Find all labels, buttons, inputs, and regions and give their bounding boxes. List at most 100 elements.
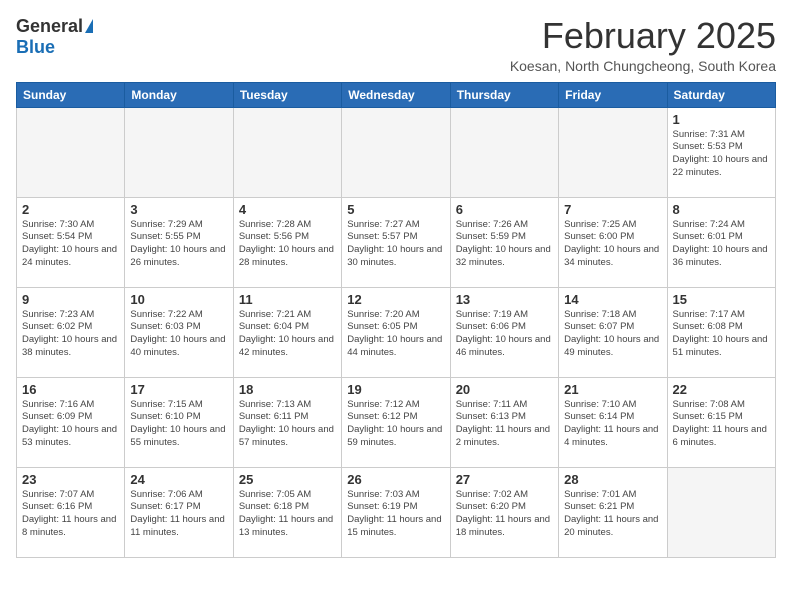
- day-info: Sunrise: 7:16 AM Sunset: 6:09 PM Dayligh…: [22, 399, 119, 450]
- day-info: Sunrise: 7:01 AM Sunset: 6:21 PM Dayligh…: [564, 489, 661, 540]
- day-number: 11: [239, 292, 336, 307]
- day-header-tuesday: Tuesday: [233, 82, 341, 107]
- calendar-cell: 23 Sunrise: 7:07 AM Sunset: 6:16 PM Dayli…: [17, 467, 125, 557]
- calendar-week-1: 1 Sunrise: 7:31 AM Sunset: 5:53 PM Daylig…: [17, 107, 776, 197]
- day-info: Sunrise: 7:22 AM Sunset: 6:03 PM Dayligh…: [130, 309, 227, 360]
- calendar-cell: [342, 107, 450, 197]
- logo-general-text: General: [16, 16, 83, 37]
- day-info: Sunrise: 7:05 AM Sunset: 6:18 PM Dayligh…: [239, 489, 336, 540]
- day-info: Sunrise: 7:11 AM Sunset: 6:13 PM Dayligh…: [456, 399, 553, 450]
- calendar-cell: 6 Sunrise: 7:26 AM Sunset: 5:59 PM Daylig…: [450, 197, 558, 287]
- day-info: Sunrise: 7:12 AM Sunset: 6:12 PM Dayligh…: [347, 399, 444, 450]
- day-number: 2: [22, 202, 119, 217]
- day-number: 17: [130, 382, 227, 397]
- day-header-saturday: Saturday: [667, 82, 775, 107]
- calendar-week-2: 2 Sunrise: 7:30 AM Sunset: 5:54 PM Daylig…: [17, 197, 776, 287]
- title-area: February 2025 Koesan, North Chungcheong,…: [510, 16, 776, 74]
- calendar-cell: [450, 107, 558, 197]
- day-number: 27: [456, 472, 553, 487]
- day-number: 10: [130, 292, 227, 307]
- calendar-cell: 1 Sunrise: 7:31 AM Sunset: 5:53 PM Daylig…: [667, 107, 775, 197]
- day-number: 26: [347, 472, 444, 487]
- logo-icon: [85, 19, 93, 33]
- calendar-cell: 16Sunrise: 7:16 AM Sunset: 6:09 PM Dayli…: [17, 377, 125, 467]
- calendar-cell: [17, 107, 125, 197]
- header: General Blue February 2025 Koesan, North…: [16, 16, 776, 74]
- day-info: Sunrise: 7:24 AM Sunset: 6:01 PM Dayligh…: [673, 219, 770, 270]
- day-number: 14: [564, 292, 661, 307]
- day-number: 28: [564, 472, 661, 487]
- day-info: Sunrise: 7:07 AM Sunset: 6:16 PM Dayligh…: [22, 489, 119, 540]
- day-info: Sunrise: 7:30 AM Sunset: 5:54 PM Dayligh…: [22, 219, 119, 270]
- day-number: 18: [239, 382, 336, 397]
- logo-blue-text: Blue: [16, 37, 55, 58]
- day-number: 24: [130, 472, 227, 487]
- day-number: 15: [673, 292, 770, 307]
- day-info: Sunrise: 7:20 AM Sunset: 6:05 PM Dayligh…: [347, 309, 444, 360]
- day-number: 1: [673, 112, 770, 127]
- day-info: Sunrise: 7:25 AM Sunset: 6:00 PM Dayligh…: [564, 219, 661, 270]
- day-number: 7: [564, 202, 661, 217]
- calendar-cell: 22Sunrise: 7:08 AM Sunset: 6:15 PM Dayli…: [667, 377, 775, 467]
- day-info: Sunrise: 7:13 AM Sunset: 6:11 PM Dayligh…: [239, 399, 336, 450]
- calendar-header-row: SundayMondayTuesdayWednesdayThursdayFrid…: [17, 82, 776, 107]
- calendar-week-3: 9 Sunrise: 7:23 AM Sunset: 6:02 PM Daylig…: [17, 287, 776, 377]
- day-info: Sunrise: 7:31 AM Sunset: 5:53 PM Dayligh…: [673, 129, 770, 180]
- day-number: 3: [130, 202, 227, 217]
- calendar-cell: 2 Sunrise: 7:30 AM Sunset: 5:54 PM Daylig…: [17, 197, 125, 287]
- calendar-cell: 5 Sunrise: 7:27 AM Sunset: 5:57 PM Daylig…: [342, 197, 450, 287]
- calendar-cell: 12Sunrise: 7:20 AM Sunset: 6:05 PM Dayli…: [342, 287, 450, 377]
- day-info: Sunrise: 7:15 AM Sunset: 6:10 PM Dayligh…: [130, 399, 227, 450]
- calendar: SundayMondayTuesdayWednesdayThursdayFrid…: [16, 82, 776, 558]
- calendar-cell: 13Sunrise: 7:19 AM Sunset: 6:06 PM Dayli…: [450, 287, 558, 377]
- day-info: Sunrise: 7:21 AM Sunset: 6:04 PM Dayligh…: [239, 309, 336, 360]
- day-header-monday: Monday: [125, 82, 233, 107]
- calendar-cell: 26 Sunrise: 7:03 AM Sunset: 6:19 PM Dayli…: [342, 467, 450, 557]
- day-info: Sunrise: 7:23 AM Sunset: 6:02 PM Dayligh…: [22, 309, 119, 360]
- subtitle: Koesan, North Chungcheong, South Korea: [510, 58, 776, 74]
- day-info: Sunrise: 7:18 AM Sunset: 6:07 PM Dayligh…: [564, 309, 661, 360]
- calendar-cell: 14 Sunrise: 7:18 AM Sunset: 6:07 PM Dayli…: [559, 287, 667, 377]
- calendar-cell: 7 Sunrise: 7:25 AM Sunset: 6:00 PM Daylig…: [559, 197, 667, 287]
- day-info: Sunrise: 7:06 AM Sunset: 6:17 PM Dayligh…: [130, 489, 227, 540]
- day-number: 21: [564, 382, 661, 397]
- day-number: 8: [673, 202, 770, 217]
- calendar-cell: 17 Sunrise: 7:15 AM Sunset: 6:10 PM Dayli…: [125, 377, 233, 467]
- calendar-cell: 25 Sunrise: 7:05 AM Sunset: 6:18 PM Dayli…: [233, 467, 341, 557]
- calendar-cell: [667, 467, 775, 557]
- day-number: 4: [239, 202, 336, 217]
- calendar-cell: 24 Sunrise: 7:06 AM Sunset: 6:17 PM Dayli…: [125, 467, 233, 557]
- day-number: 6: [456, 202, 553, 217]
- day-header-wednesday: Wednesday: [342, 82, 450, 107]
- day-number: 22: [673, 382, 770, 397]
- day-header-friday: Friday: [559, 82, 667, 107]
- day-info: Sunrise: 7:17 AM Sunset: 6:08 PM Dayligh…: [673, 309, 770, 360]
- calendar-cell: 28 Sunrise: 7:01 AM Sunset: 6:21 PM Dayli…: [559, 467, 667, 557]
- day-number: 23: [22, 472, 119, 487]
- day-info: Sunrise: 7:10 AM Sunset: 6:14 PM Dayligh…: [564, 399, 661, 450]
- day-number: 25: [239, 472, 336, 487]
- calendar-week-4: 16Sunrise: 7:16 AM Sunset: 6:09 PM Dayli…: [17, 377, 776, 467]
- day-info: Sunrise: 7:03 AM Sunset: 6:19 PM Dayligh…: [347, 489, 444, 540]
- day-number: 5: [347, 202, 444, 217]
- calendar-cell: [233, 107, 341, 197]
- day-info: Sunrise: 7:27 AM Sunset: 5:57 PM Dayligh…: [347, 219, 444, 270]
- calendar-cell: 20Sunrise: 7:11 AM Sunset: 6:13 PM Dayli…: [450, 377, 558, 467]
- calendar-cell: [125, 107, 233, 197]
- calendar-week-5: 23 Sunrise: 7:07 AM Sunset: 6:16 PM Dayli…: [17, 467, 776, 557]
- calendar-cell: 21 Sunrise: 7:10 AM Sunset: 6:14 PM Dayli…: [559, 377, 667, 467]
- day-info: Sunrise: 7:26 AM Sunset: 5:59 PM Dayligh…: [456, 219, 553, 270]
- day-number: 9: [22, 292, 119, 307]
- calendar-cell: 11 Sunrise: 7:21 AM Sunset: 6:04 PM Dayli…: [233, 287, 341, 377]
- day-info: Sunrise: 7:19 AM Sunset: 6:06 PM Dayligh…: [456, 309, 553, 360]
- calendar-cell: 3Sunrise: 7:29 AM Sunset: 5:55 PM Daylig…: [125, 197, 233, 287]
- day-number: 19: [347, 382, 444, 397]
- logo: General Blue: [16, 16, 93, 58]
- calendar-cell: 19 Sunrise: 7:12 AM Sunset: 6:12 PM Dayli…: [342, 377, 450, 467]
- calendar-cell: 8 Sunrise: 7:24 AM Sunset: 6:01 PM Daylig…: [667, 197, 775, 287]
- calendar-cell: 18 Sunrise: 7:13 AM Sunset: 6:11 PM Dayli…: [233, 377, 341, 467]
- calendar-cell: [559, 107, 667, 197]
- day-info: Sunrise: 7:02 AM Sunset: 6:20 PM Dayligh…: [456, 489, 553, 540]
- day-info: Sunrise: 7:28 AM Sunset: 5:56 PM Dayligh…: [239, 219, 336, 270]
- calendar-cell: 27 Sunrise: 7:02 AM Sunset: 6:20 PM Dayli…: [450, 467, 558, 557]
